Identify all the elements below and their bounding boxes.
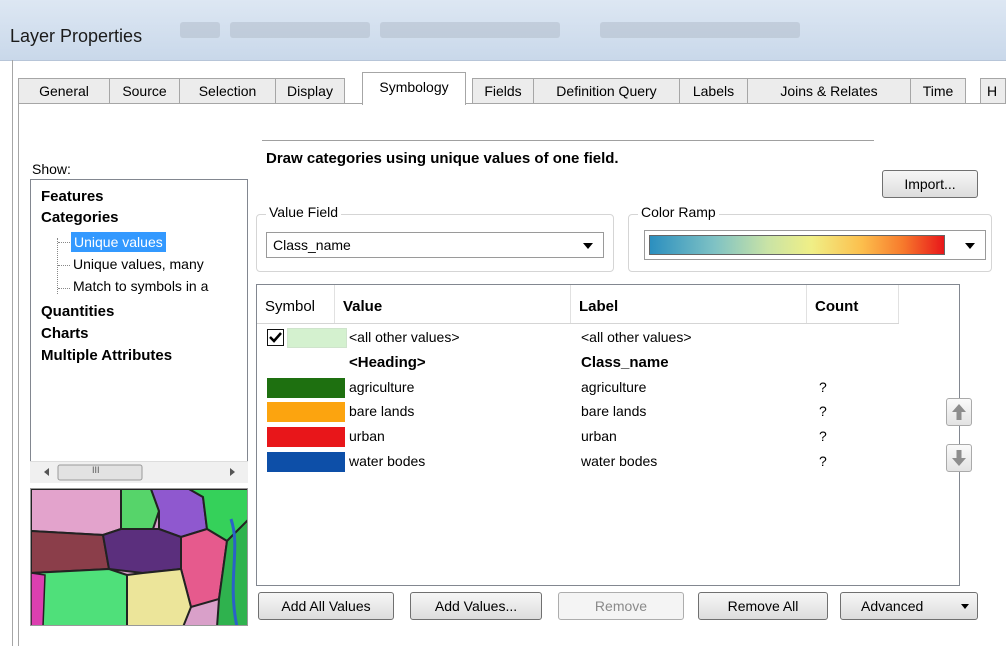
move-up-button[interactable]	[946, 398, 972, 426]
preview-map-image	[30, 488, 248, 626]
tree-connector	[57, 238, 58, 294]
tab-display[interactable]: Display	[275, 78, 345, 103]
tab-symbology[interactable]: Symbology	[362, 72, 466, 105]
row-label: water bodes	[581, 453, 658, 469]
tree-item-features[interactable]: Features	[41, 188, 104, 205]
add-all-values-button[interactable]: Add All Values	[258, 592, 394, 620]
row-label: <all other values>	[581, 329, 692, 345]
symbol-swatch[interactable]	[267, 402, 345, 422]
row-value: water bodes	[349, 453, 426, 469]
row-count: ?	[819, 379, 827, 395]
tree-item-unique-values[interactable]: Unique values	[71, 232, 166, 252]
tree-item-quantities[interactable]: Quantities	[41, 303, 114, 320]
row-value: agriculture	[349, 379, 415, 395]
add-values-button[interactable]: Add Values...	[410, 592, 542, 620]
table-row[interactable]: urban urban ?	[257, 425, 957, 449]
row-value: <all other values>	[349, 329, 460, 345]
chevron-down-icon[interactable]	[965, 243, 975, 249]
arrow-up-icon	[952, 404, 966, 420]
row-label: agriculture	[581, 379, 647, 395]
chevron-down-icon	[961, 604, 969, 609]
column-header-label[interactable]: Label	[571, 285, 807, 323]
blurred-toolbar	[180, 22, 220, 38]
blurred-toolbar	[380, 22, 560, 38]
tab-time[interactable]: Time	[910, 78, 966, 103]
table-row[interactable]: agriculture agriculture ?	[257, 376, 957, 400]
row-value: bare lands	[349, 403, 415, 419]
tree-item-match-symbols[interactable]: Match to symbols in a	[73, 278, 208, 294]
remove-button[interactable]: Remove	[558, 592, 684, 620]
row-count: ?	[819, 453, 827, 469]
tab-fields[interactable]: Fields	[472, 78, 534, 103]
chevron-down-icon[interactable]	[583, 243, 593, 249]
color-ramp-combo[interactable]	[644, 230, 986, 260]
color-ramp-swatch	[649, 235, 945, 255]
row-value: urban	[349, 428, 385, 444]
row-label: urban	[581, 428, 617, 444]
value-field-value: Class_name	[273, 237, 351, 253]
dialog-border	[12, 60, 13, 646]
tab-page-border	[18, 103, 19, 646]
value-field-label: Value Field	[266, 204, 342, 220]
symbol-class-list[interactable]: Symbol Value Label Count <all other valu…	[256, 284, 960, 586]
row-count: ?	[819, 428, 827, 444]
row-label: bare lands	[581, 403, 647, 419]
title-bar	[0, 0, 1006, 61]
tab-html-popup[interactable]: H	[980, 78, 1006, 103]
tree-connector	[58, 265, 70, 266]
symbol-swatch[interactable]	[267, 452, 345, 472]
show-label: Show:	[32, 161, 71, 177]
tab-joins-relates[interactable]: Joins & Relates	[747, 78, 911, 103]
table-row-heading[interactable]: <Heading> Class_name	[257, 351, 957, 375]
advanced-label: Advanced	[861, 598, 924, 614]
renderer-description: Draw categories using unique values of o…	[262, 140, 874, 167]
check-icon	[269, 332, 282, 343]
scroll-thumb[interactable]	[57, 464, 143, 481]
window-title: Layer Properties	[10, 26, 143, 46]
heading-value: <Heading>	[349, 354, 426, 371]
tree-connector	[58, 242, 70, 243]
tree-horizontal-scrollbar[interactable]: III	[30, 461, 248, 483]
tree-item-multiple-attributes[interactable]: Multiple Attributes	[41, 347, 172, 364]
tab-labels[interactable]: Labels	[679, 78, 748, 103]
tab-general[interactable]: General	[18, 78, 110, 103]
blurred-toolbar	[230, 22, 370, 38]
tab-definition-query[interactable]: Definition Query	[533, 78, 680, 103]
column-header-symbol[interactable]: Symbol	[257, 285, 335, 323]
list-header: Symbol Value Label Count	[257, 285, 899, 324]
value-field-combo[interactable]: Class_name	[266, 232, 604, 258]
tree-item-charts[interactable]: Charts	[41, 325, 89, 342]
table-row-other-values[interactable]: <all other values> <all other values>	[257, 326, 957, 350]
table-row[interactable]: water bodes water bodes ?	[257, 450, 957, 474]
tab-divider	[18, 103, 1006, 104]
symbol-swatch[interactable]	[267, 427, 345, 447]
tree-item-unique-values-many[interactable]: Unique values, many	[73, 256, 204, 272]
scroll-grip: III	[92, 465, 100, 475]
arrow-down-icon	[952, 450, 966, 466]
table-row[interactable]: bare lands bare lands ?	[257, 400, 957, 424]
column-header-value[interactable]: Value	[335, 285, 571, 323]
tab-strip: General Source Selection Display Symbolo…	[18, 72, 1006, 105]
scroll-left-icon[interactable]	[44, 468, 49, 476]
scroll-right-icon[interactable]	[230, 468, 235, 476]
checkbox[interactable]	[267, 329, 284, 346]
tree-connector	[58, 288, 70, 289]
symbol-swatch[interactable]	[287, 328, 347, 348]
row-count: ?	[819, 403, 827, 419]
blurred-toolbar	[600, 22, 800, 38]
symbol-swatch[interactable]	[267, 378, 345, 398]
move-down-button[interactable]	[946, 444, 972, 472]
show-tree: Features Categories Unique values Unique…	[30, 179, 248, 483]
remove-all-button[interactable]: Remove All	[698, 592, 828, 620]
tab-source[interactable]: Source	[109, 78, 180, 103]
tree-item-categories[interactable]: Categories	[41, 209, 119, 226]
tab-selection[interactable]: Selection	[179, 78, 276, 103]
heading-label: Class_name	[581, 354, 669, 371]
color-ramp-label: Color Ramp	[638, 204, 719, 220]
import-button[interactable]: Import...	[882, 170, 978, 198]
advanced-button[interactable]: Advanced	[840, 592, 978, 620]
column-header-count[interactable]: Count	[807, 285, 899, 323]
